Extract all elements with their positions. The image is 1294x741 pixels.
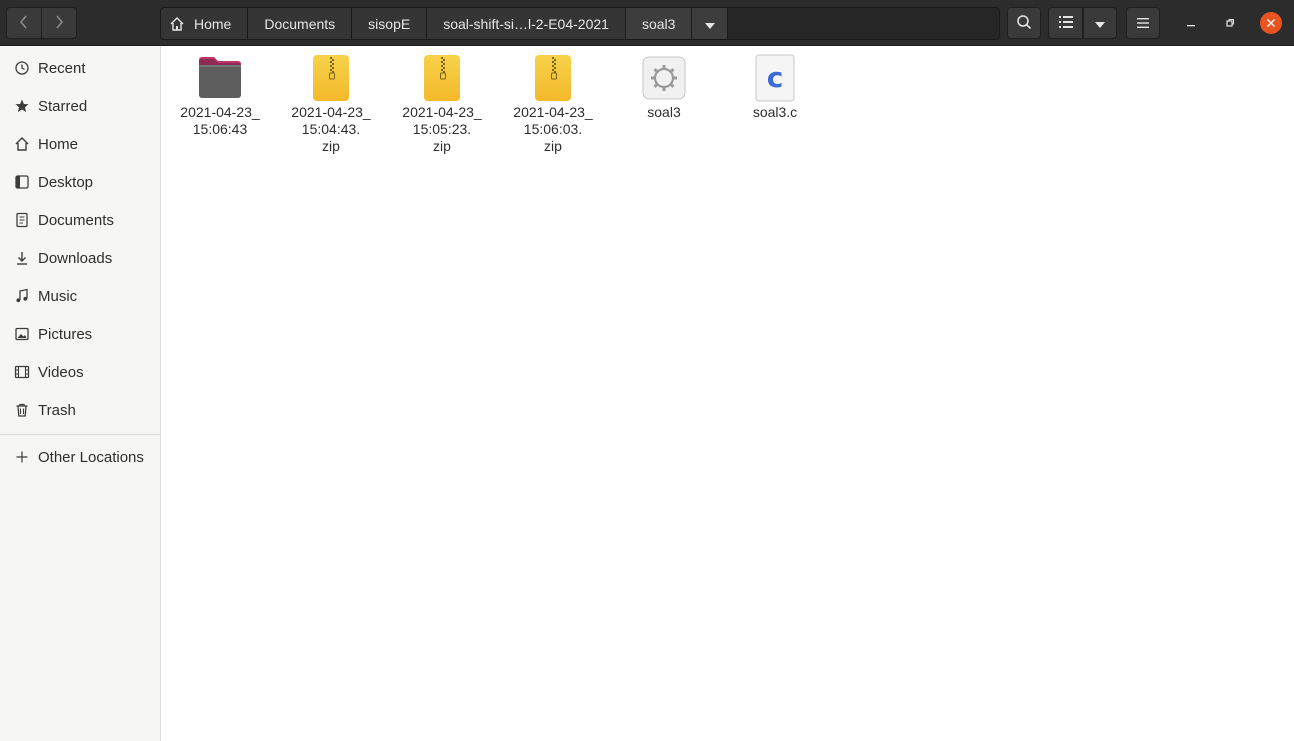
breadcrumb-label: sisopE xyxy=(368,15,411,32)
pictures-icon xyxy=(14,326,30,342)
chevron-right-icon xyxy=(53,14,65,33)
sidebar-item-desktop[interactable]: Desktop xyxy=(0,164,160,200)
clock-icon xyxy=(14,60,30,76)
breadcrumb-label: soal3 xyxy=(641,15,676,32)
main-menu-button[interactable] xyxy=(1126,7,1160,39)
file-view: 2021-04-23_ 15:06:43 2021-04-23_ 15:04:43.… xyxy=(162,46,1294,741)
svg-text:c: c xyxy=(767,61,784,94)
file-name: 2021-04-23_ 15:06:43 xyxy=(180,104,260,137)
view-options-button[interactable] xyxy=(1083,7,1117,39)
breadcrumb-documents[interactable]: Documents xyxy=(248,8,353,39)
chevron-down-icon xyxy=(1095,15,1105,31)
zip-archive-icon xyxy=(529,54,577,102)
file-name: soal3 xyxy=(647,104,681,120)
zip-archive-icon xyxy=(307,54,355,102)
search-icon xyxy=(1016,14,1032,33)
chevron-left-icon xyxy=(18,14,30,33)
sidebar-item-label: Recent xyxy=(38,59,86,77)
caret-down-icon xyxy=(704,16,715,32)
file-name: soal3.c xyxy=(752,104,798,120)
close-button[interactable] xyxy=(1260,12,1282,34)
file-item-zip[interactable]: 2021-04-23_ 15:05:23. zip xyxy=(392,54,492,155)
sidebar-item-recent[interactable]: Recent xyxy=(0,50,160,86)
sidebar-item-label: Desktop xyxy=(38,173,94,191)
file-name: 2021-04-23_ 15:04:43. zip xyxy=(291,104,371,154)
sidebar-separator xyxy=(0,434,160,435)
hamburger-menu-icon xyxy=(1137,15,1149,31)
sidebar: Recent Starred Home Desktop Documents Do… xyxy=(0,46,161,741)
breadcrumb-label: soal-shift-si…l-2-E04-2021 xyxy=(443,15,609,32)
file-name: 2021-04-23_ 15:06:03. zip xyxy=(513,104,593,154)
minimize-button[interactable] xyxy=(1180,12,1202,34)
sidebar-item-label: Trash xyxy=(38,401,76,419)
sidebar-item-music[interactable]: Music xyxy=(0,278,160,314)
file-item-zip[interactable]: 2021-04-23_ 15:04:43. zip xyxy=(281,54,381,155)
plus-icon xyxy=(14,449,30,465)
executable-gear-icon xyxy=(640,54,688,102)
search-button[interactable] xyxy=(1007,7,1041,39)
sidebar-item-label: Downloads xyxy=(38,249,113,267)
close-icon xyxy=(1266,15,1276,31)
breadcrumb-soal-shift[interactable]: soal-shift-si…l-2-E04-2021 xyxy=(427,8,626,39)
desktop-icon xyxy=(14,174,30,190)
sidebar-item-documents[interactable]: Documents xyxy=(0,202,160,238)
maximize-button[interactable] xyxy=(1219,12,1241,34)
breadcrumb-home[interactable]: Home xyxy=(161,8,249,39)
sidebar-item-label: Pictures xyxy=(38,325,93,343)
header-bar: Home Documents sisopE soal-shift-si…l-2-… xyxy=(0,0,1294,46)
star-icon xyxy=(14,98,30,114)
sidebar-item-starred[interactable]: Starred xyxy=(0,88,160,124)
sidebar-item-label: Starred xyxy=(38,97,88,115)
sidebar-item-home[interactable]: Home xyxy=(0,126,160,162)
breadcrumb-sisope[interactable]: sisopE xyxy=(352,8,428,39)
restore-icon xyxy=(1225,15,1235,31)
file-item-folder[interactable]: 2021-04-23_ 15:06:43 xyxy=(170,54,270,138)
file-item-executable[interactable]: soal3 xyxy=(614,54,714,121)
breadcrumb-label: Documents xyxy=(264,15,336,32)
back-button[interactable] xyxy=(6,7,42,39)
sidebar-item-trash[interactable]: Trash xyxy=(0,392,160,428)
sidebar-item-videos[interactable]: Videos xyxy=(0,354,160,390)
breadcrumb-label: Home xyxy=(194,15,232,32)
sidebar-item-label: Other Locations xyxy=(38,448,144,466)
sidebar-item-other-locations[interactable]: Other Locations xyxy=(0,439,160,475)
sidebar-item-label: Home xyxy=(38,135,79,153)
path-bar: Home Documents sisopE soal-shift-si…l-2-… xyxy=(160,7,1000,40)
trash-icon xyxy=(14,402,30,418)
zip-archive-icon xyxy=(418,54,466,102)
list-view-button[interactable] xyxy=(1048,7,1083,39)
sidebar-item-pictures[interactable]: Pictures xyxy=(0,316,160,352)
file-item-c-source[interactable]: c soal3.c xyxy=(725,54,825,121)
forward-button[interactable] xyxy=(41,7,77,39)
sidebar-item-label: Documents xyxy=(38,211,114,229)
home-icon xyxy=(169,16,185,32)
folder-icon xyxy=(196,54,244,102)
download-icon xyxy=(14,250,30,266)
home-icon xyxy=(14,136,30,152)
breadcrumb-menu-button[interactable] xyxy=(692,8,729,39)
document-icon xyxy=(14,212,30,228)
c-source-file-icon: c xyxy=(751,54,799,102)
file-name: 2021-04-23_ 15:05:23. zip xyxy=(402,104,482,154)
sidebar-item-label: Music xyxy=(38,287,78,305)
minimize-icon xyxy=(1186,15,1196,31)
sidebar-item-downloads[interactable]: Downloads xyxy=(0,240,160,276)
breadcrumb-soal3[interactable]: soal3 xyxy=(625,8,693,39)
sidebar-item-label: Videos xyxy=(38,363,84,381)
list-view-icon xyxy=(1058,15,1073,31)
file-item-zip[interactable]: 2021-04-23_ 15:06:03. zip xyxy=(503,54,603,155)
music-icon xyxy=(14,288,30,304)
video-icon xyxy=(14,364,30,380)
